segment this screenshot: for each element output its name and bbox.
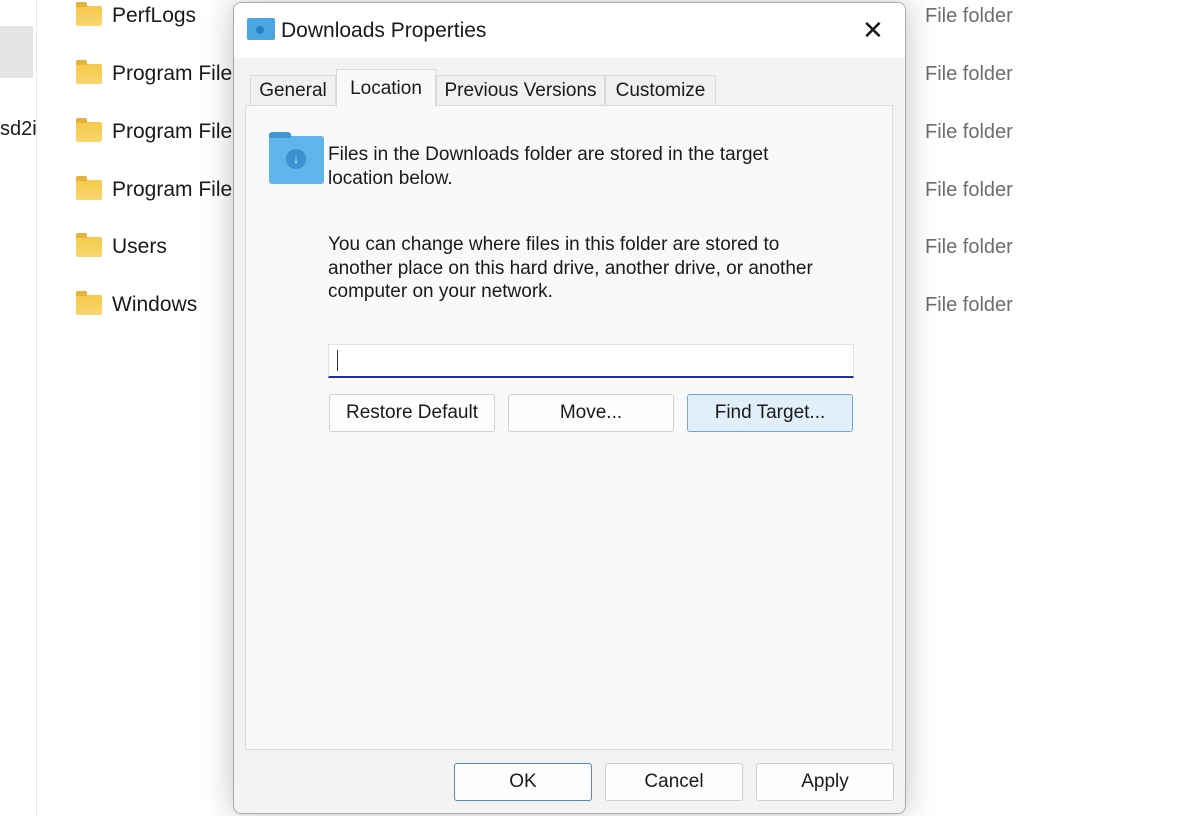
file-name: Program File xyxy=(112,120,233,143)
file-row[interactable]: Program File xyxy=(76,175,232,205)
file-name: Users xyxy=(112,235,167,258)
folder-icon xyxy=(76,118,102,142)
dialog-title: Downloads Properties xyxy=(281,19,487,42)
tab-general[interactable]: General xyxy=(250,75,336,106)
file-type: File folder xyxy=(925,179,1013,201)
file-row[interactable]: Program File xyxy=(76,117,232,147)
tab-customize[interactable]: Customize xyxy=(605,75,716,106)
tab-location[interactable]: Location xyxy=(336,69,436,107)
file-type: File folder xyxy=(925,236,1013,258)
folder-icon xyxy=(76,2,102,26)
file-type: File folder xyxy=(925,121,1013,143)
close-icon[interactable]: ✕ xyxy=(862,15,884,46)
downloads-folder-icon xyxy=(247,18,275,40)
location-panel: Files in the Downloads folder are stored… xyxy=(245,105,893,750)
file-row[interactable]: Program File xyxy=(76,59,232,89)
tab-previous-versions[interactable]: Previous Versions xyxy=(436,75,605,106)
file-type: File folder xyxy=(925,63,1013,85)
title-bar[interactable]: Downloads Properties ✕ xyxy=(234,3,905,58)
desc-line: computer on your network. xyxy=(328,281,553,302)
description-text: You can change where files in this folde… xyxy=(328,233,813,304)
file-name: Windows xyxy=(112,293,198,316)
desc-line: You can change where files in this folde… xyxy=(328,234,780,255)
file-type: File folder xyxy=(925,294,1013,316)
file-row[interactable]: Windows xyxy=(76,290,197,320)
target-path-input[interactable] xyxy=(328,344,854,378)
file-name: PerfLogs xyxy=(112,4,197,27)
file-name: Program File xyxy=(112,62,233,85)
file-type: File folder xyxy=(925,5,1013,27)
info-text: Files in the Downloads folder are stored… xyxy=(328,143,768,190)
desc-line: another place on this hard drive, anothe… xyxy=(328,257,813,279)
restore-default-button[interactable]: Restore Default xyxy=(329,394,495,432)
nav-item-label[interactable]: sd2i xyxy=(0,118,37,141)
properties-dialog: Downloads Properties ✕ General Location … xyxy=(233,2,906,814)
apply-button[interactable]: Apply xyxy=(756,763,894,801)
folder-icon xyxy=(76,176,102,200)
ok-button[interactable]: OK xyxy=(454,763,592,801)
find-target-button[interactable]: Find Target... xyxy=(687,394,853,432)
info-line: location below. xyxy=(328,167,453,189)
file-row[interactable]: PerfLogs xyxy=(76,1,196,31)
folder-icon xyxy=(76,233,102,257)
move-button[interactable]: Move... xyxy=(508,394,674,432)
downloads-folder-icon xyxy=(269,132,324,184)
folder-icon xyxy=(76,60,102,84)
cancel-button[interactable]: Cancel xyxy=(605,763,743,801)
folder-icon xyxy=(76,291,102,315)
file-name: Program File xyxy=(112,178,233,201)
text-caret xyxy=(337,350,338,371)
info-line: Files in the Downloads folder are stored… xyxy=(328,144,769,165)
nav-selected-item[interactable] xyxy=(0,26,33,78)
file-row[interactable]: Users xyxy=(76,232,167,262)
